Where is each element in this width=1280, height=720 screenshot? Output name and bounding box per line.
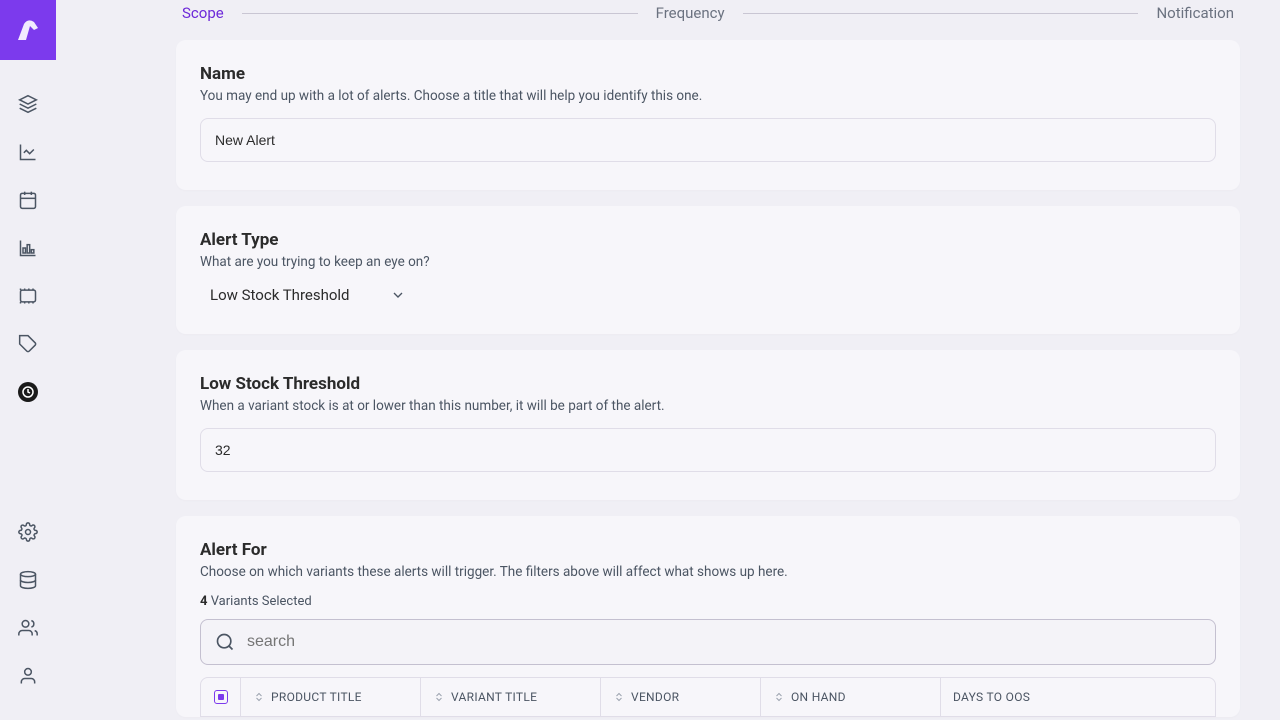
chevron-down-icon <box>390 287 406 303</box>
nav-bottom <box>8 508 48 720</box>
grid-icon <box>18 286 38 306</box>
nav-users[interactable] <box>8 604 48 652</box>
nav-line-chart[interactable] <box>8 128 48 176</box>
threshold-title: Low Stock Threshold <box>200 374 1216 394</box>
sort-icon <box>613 691 625 703</box>
nav-layers[interactable] <box>8 80 48 128</box>
users-icon <box>18 618 38 638</box>
alert-type-selected: Low Stock Threshold <box>210 286 350 304</box>
variant-search-input[interactable] <box>247 633 1201 651</box>
alert-for-title: Alert For <box>200 540 1216 560</box>
nav-user[interactable] <box>8 652 48 700</box>
nav-top <box>8 60 48 416</box>
step-notification[interactable]: Notification <box>1156 4 1234 22</box>
nav-database[interactable] <box>8 556 48 604</box>
th-label: ON HAND <box>791 690 846 704</box>
threshold-card: Low Stock Threshold When a variant stock… <box>176 350 1240 500</box>
line-chart-icon <box>18 142 38 162</box>
main-content: Scope Frequency Notification Name You ma… <box>56 0 1280 720</box>
name-input[interactable] <box>200 118 1216 162</box>
th-vendor[interactable]: VENDOR <box>601 678 761 716</box>
bar-chart-icon <box>18 238 38 258</box>
tag-icon <box>18 334 38 354</box>
nav-settings[interactable] <box>8 508 48 556</box>
checkbox-indeterminate-icon <box>214 690 228 704</box>
name-card: Name You may end up with a lot of alerts… <box>176 40 1240 190</box>
threshold-desc: When a variant stock is at or lower than… <box>200 398 1216 414</box>
nav-alerts[interactable] <box>8 368 48 416</box>
nav-more[interactable] <box>8 700 48 720</box>
th-label: VENDOR <box>631 690 679 704</box>
layers-icon <box>18 94 38 114</box>
sidebar <box>0 0 56 720</box>
nav-bar-chart[interactable] <box>8 224 48 272</box>
th-variant-title[interactable]: VARIANT TITLE <box>421 678 601 716</box>
logo[interactable] <box>0 0 56 60</box>
step-divider <box>743 13 1139 14</box>
sort-icon <box>253 691 265 703</box>
th-label: DAYS TO OOS <box>953 690 1030 704</box>
variants-table-header: PRODUCT TITLE VARIANT TITLE VENDOR ON HA… <box>200 677 1216 717</box>
clock-icon <box>18 382 38 402</box>
step-divider <box>242 13 638 14</box>
stepper: Scope Frequency Notification <box>176 0 1240 40</box>
th-days-to-oos[interactable]: DAYS TO OOS <box>941 678 1215 716</box>
th-on-hand[interactable]: ON HAND <box>761 678 941 716</box>
calendar-icon <box>18 190 38 210</box>
sort-icon <box>433 691 445 703</box>
alert-type-card: Alert Type What are you trying to keep a… <box>176 206 1240 334</box>
variant-search[interactable] <box>200 619 1216 665</box>
alert-for-desc: Choose on which variants these alerts wi… <box>200 564 1216 580</box>
variants-selected-count: 4 Variants Selected <box>200 594 1216 609</box>
alert-for-card: Alert For Choose on which variants these… <box>176 516 1240 717</box>
gear-icon <box>18 522 38 542</box>
th-label: PRODUCT TITLE <box>271 690 362 704</box>
threshold-input[interactable] <box>200 428 1216 472</box>
alert-type-select[interactable]: Low Stock Threshold <box>200 284 408 306</box>
alert-type-title: Alert Type <box>200 230 1216 250</box>
name-title: Name <box>200 64 1216 84</box>
step-scope[interactable]: Scope <box>182 4 224 22</box>
nav-grid[interactable] <box>8 272 48 320</box>
horse-logo-icon <box>12 14 44 46</box>
sort-icon <box>773 691 785 703</box>
alert-type-desc: What are you trying to keep an eye on? <box>200 254 1216 270</box>
search-icon <box>215 632 235 652</box>
nav-calendar[interactable] <box>8 176 48 224</box>
th-checkbox[interactable] <box>201 678 241 716</box>
name-desc: You may end up with a lot of alerts. Cho… <box>200 88 1216 104</box>
step-frequency[interactable]: Frequency <box>656 4 725 22</box>
th-label: VARIANT TITLE <box>451 690 537 704</box>
user-icon <box>18 666 38 686</box>
database-icon <box>18 570 38 590</box>
nav-tag[interactable] <box>8 320 48 368</box>
th-product-title[interactable]: PRODUCT TITLE <box>241 678 421 716</box>
